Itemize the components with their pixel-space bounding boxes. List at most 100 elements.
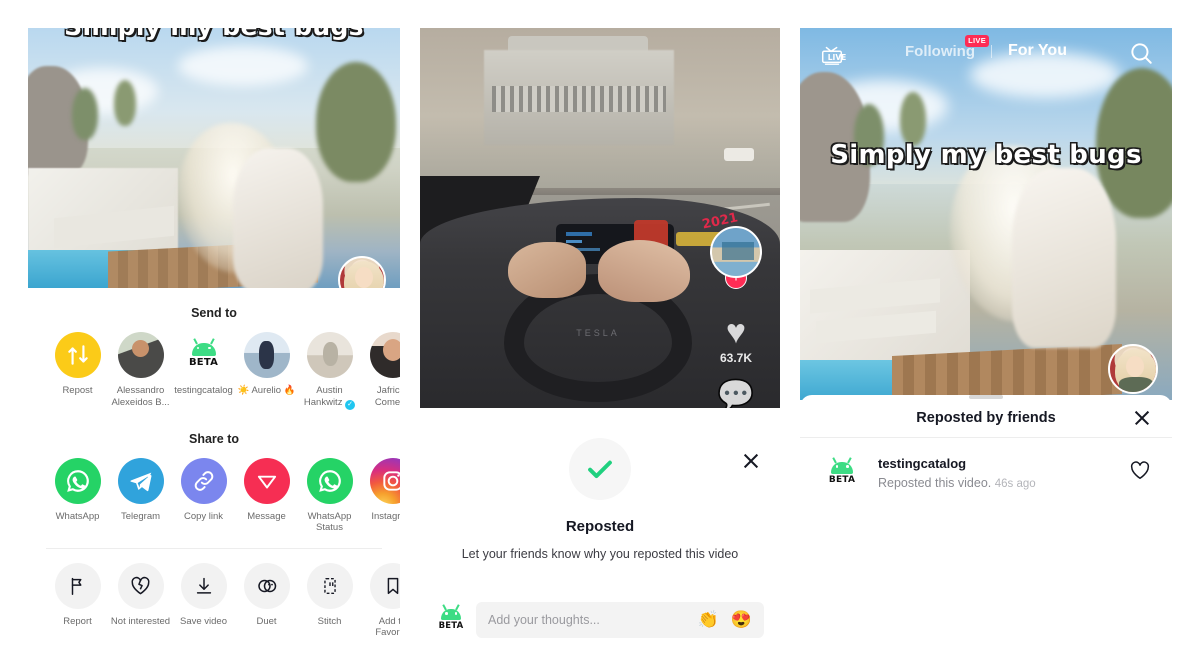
share-to-item-instagram[interactable]: Instagram [361, 457, 400, 534]
beta-wordmark: BETA [188, 356, 219, 368]
android-eyes [445, 612, 457, 615]
action-label: Duet [256, 615, 277, 627]
share-to-row[interactable]: WhatsApp Telegram Copy link Message What… [28, 457, 400, 534]
send-to-row[interactable]: Repost Alessandro Alexeidos B... BETA te… [28, 332, 400, 410]
live-badge: LIVE [965, 34, 989, 47]
share-to-item-whatsapp-status[interactable]: WhatsApp Status [298, 457, 361, 534]
list-item[interactable]: BETA testingcatalog Reposted this video.… [800, 438, 1172, 490]
android-eyes [196, 346, 211, 349]
video-preview-1[interactable]: Simply my best bugs [28, 28, 400, 288]
avatar[interactable] [710, 226, 762, 278]
video-caption: Simply my best bugs [830, 140, 1142, 170]
action-item-save-video[interactable]: Save video [172, 562, 235, 639]
android-beta-icon: BETA [180, 332, 227, 378]
send-to-item-alessandro[interactable]: Alessandro Alexeidos B... [109, 332, 172, 410]
android-beta-icon: BETA [436, 609, 466, 631]
close-icon[interactable] [1132, 408, 1152, 428]
user-name: testingcatalog [878, 456, 967, 471]
heart-eyes-emoji-button[interactable]: 😍 [731, 610, 752, 630]
clap-emoji-button[interactable]: 👏 [698, 610, 719, 630]
share-to-title: Share to [188, 431, 239, 446]
feed-tabs[interactable]: Following LIVE For You [800, 34, 1172, 60]
send-to-item-jafricar[interactable]: Jafricar Comedy [361, 332, 400, 410]
send-to-label-text: Austin Hankwitz [303, 385, 343, 408]
broken-heart-icon [117, 562, 164, 609]
sheet-header: Reposted by friends [800, 399, 1172, 437]
action-label: Save video [179, 615, 227, 627]
whatsapp-icon [306, 457, 353, 504]
send-to-item-aurelio[interactable]: ☀️ Aurelio 🔥 [235, 332, 298, 410]
instagram-icon [369, 457, 400, 504]
action-item-not-interested[interactable]: Not interested [109, 562, 172, 639]
flag-icon [54, 562, 101, 609]
send-to-title: Send to [191, 306, 237, 320]
share-to-label: Telegram [120, 510, 161, 522]
sheet-title: Reposted by friends [916, 410, 1056, 426]
actions-row[interactable]: Report Not interested Save video Duet St… [28, 562, 400, 639]
share-to-label: Message [247, 510, 286, 522]
android-eyes [835, 465, 849, 468]
action-item-report[interactable]: Report [46, 562, 109, 639]
repost-subtitle-text: Reposted this video. [878, 476, 992, 490]
send-to-label: Austin Hankwitz ✓ [299, 385, 361, 410]
search-icon[interactable] [1128, 40, 1154, 66]
palm-tree [900, 92, 926, 146]
send-to-item-testingcatalog[interactable]: BETA testingcatalog [172, 332, 235, 410]
android-head [191, 342, 216, 356]
message-icon [243, 457, 290, 504]
share-to-item-message[interactable]: Message [235, 457, 298, 534]
download-icon [180, 562, 227, 609]
repost-success-sheet: Reposted Let your friends know why you r… [420, 438, 780, 640]
heart-icon[interactable]: ♥ [726, 315, 746, 349]
heart-outline-icon[interactable] [1128, 458, 1152, 488]
whatsapp-icon [54, 457, 101, 504]
share-to-item-whatsapp[interactable]: WhatsApp [46, 457, 109, 534]
send-to-label: Alessandro Alexeidos B... [111, 385, 170, 408]
cloud-shape [178, 46, 308, 86]
verified-badge-icon: ✓ [345, 399, 356, 410]
share-to-item-telegram[interactable]: Telegram [109, 457, 172, 534]
screenshot-root: Simply my best bugs Send to Repost [0, 0, 1200, 670]
duet-icon [243, 562, 290, 609]
avatar-body [1119, 377, 1153, 392]
video-preview-2[interactable]: 2021 + ♥ 63.7K 💬 [420, 28, 780, 408]
share-to-label: Instagram [371, 510, 400, 522]
share-to-label: WhatsApp Status [307, 510, 352, 534]
repost-subtitle: Let your friends know why you reposted t… [461, 547, 739, 561]
action-item-stitch[interactable]: Stitch [298, 562, 361, 639]
user-photo [306, 332, 353, 378]
building-windows [492, 86, 666, 112]
avatar[interactable] [1108, 344, 1158, 394]
car-shape [724, 148, 754, 161]
reposted-by-friends-sheet: Reposted by friends BETA testingcatalog … [800, 395, 1172, 635]
send-to-item-austin[interactable]: Austin Hankwitz ✓ [298, 332, 361, 410]
share-to-item-copy-link[interactable]: Copy link [172, 457, 235, 534]
beta-wordmark: BETA [828, 474, 856, 485]
tab-following[interactable]: Following LIVE [905, 34, 989, 60]
share-to-label: Copy link [183, 510, 224, 522]
tab-for-you[interactable]: For You [1008, 42, 1067, 60]
avatar[interactable] [338, 256, 386, 288]
hand-left [508, 242, 586, 298]
thoughts-input-row: BETA Add your thoughts... 👏 😍 [436, 602, 764, 638]
bookmark-icon [369, 562, 400, 609]
repost-icon [54, 332, 101, 378]
action-item-add-to-favorite[interactable]: Add to Favorite [361, 562, 400, 639]
action-label: Report [63, 615, 92, 627]
video-preview-3[interactable]: LIVE Following LIVE For You Simply my be… [800, 28, 1172, 400]
action-item-duet[interactable]: Duet [235, 562, 298, 639]
send-to-item-repost[interactable]: Repost [46, 332, 109, 410]
comment-icon[interactable]: 💬 [717, 381, 754, 409]
share-sheet-panel: Simply my best bugs Send to Repost [28, 28, 400, 640]
user-photo [117, 332, 164, 378]
send-to-label: Jafricar Comedy [374, 385, 400, 408]
repost-subtitle: Reposted this video. 46s ago [878, 476, 1128, 490]
share-sheet: Send to Repost Alessandro Alexeidos B... [28, 288, 400, 640]
reposted-by-friends-panel: LIVE Following LIVE For You Simply my be… [800, 28, 1172, 640]
repost-time: 46s ago [994, 478, 1036, 490]
thoughts-input[interactable]: Add your thoughts... 👏 😍 [476, 602, 764, 638]
profile-block[interactable]: 2021 [701, 210, 762, 278]
close-icon[interactable] [740, 450, 762, 472]
stitch-icon [306, 562, 353, 609]
video-caption: Simply my best bugs [28, 28, 400, 41]
